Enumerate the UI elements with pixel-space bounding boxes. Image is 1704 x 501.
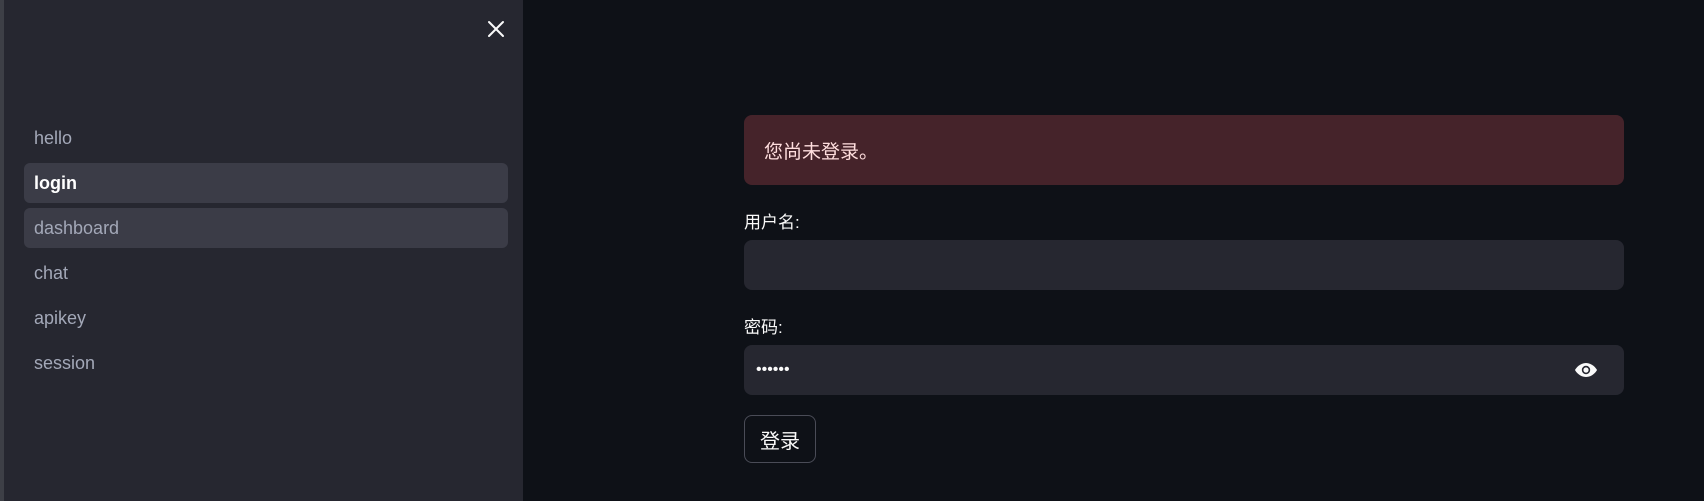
sidebar-item-chat[interactable]: chat — [24, 253, 508, 293]
sidebar-item-label: hello — [34, 127, 73, 148]
main-content: 您尚未登录。 用户名: 密码: •••••• 登录 — [523, 0, 1704, 501]
password-value: •••••• — [756, 361, 790, 378]
show-password-button[interactable] — [1572, 357, 1600, 383]
eye-icon — [1575, 363, 1597, 377]
login-button[interactable]: 登录 — [744, 415, 816, 463]
app-window: hello login dashboard chat apikey sessio… — [0, 0, 1704, 501]
username-input[interactable] — [744, 240, 1624, 290]
password-input[interactable]: •••••• — [744, 345, 1624, 395]
close-sidebar-button[interactable] — [481, 14, 511, 44]
sidebar-item-hello[interactable]: hello — [24, 118, 508, 158]
username-label: 用户名: — [744, 213, 800, 232]
sidebar-item-label: apikey — [34, 307, 87, 328]
sidebar-item-dashboard[interactable]: dashboard — [24, 208, 508, 248]
password-label: 密码: — [744, 318, 783, 337]
close-icon — [488, 21, 504, 37]
sidebar-item-label: chat — [34, 262, 69, 283]
sidebar-item-label: login — [34, 172, 77, 193]
sidebar-nav: hello login dashboard chat apikey sessio… — [24, 118, 508, 388]
sidebar-item-apikey[interactable]: apikey — [24, 298, 508, 338]
error-alert: 您尚未登录。 — [744, 115, 1624, 185]
sidebar-item-label: dashboard — [34, 217, 120, 238]
sidebar-item-session[interactable]: session — [24, 343, 508, 383]
alert-text: 您尚未登录。 — [764, 141, 879, 163]
sidebar-item-label: session — [34, 352, 96, 373]
sidebar-item-login[interactable]: login — [24, 163, 508, 203]
sidebar: hello login dashboard chat apikey sessio… — [4, 0, 523, 501]
login-button-label: 登录 — [760, 430, 800, 453]
